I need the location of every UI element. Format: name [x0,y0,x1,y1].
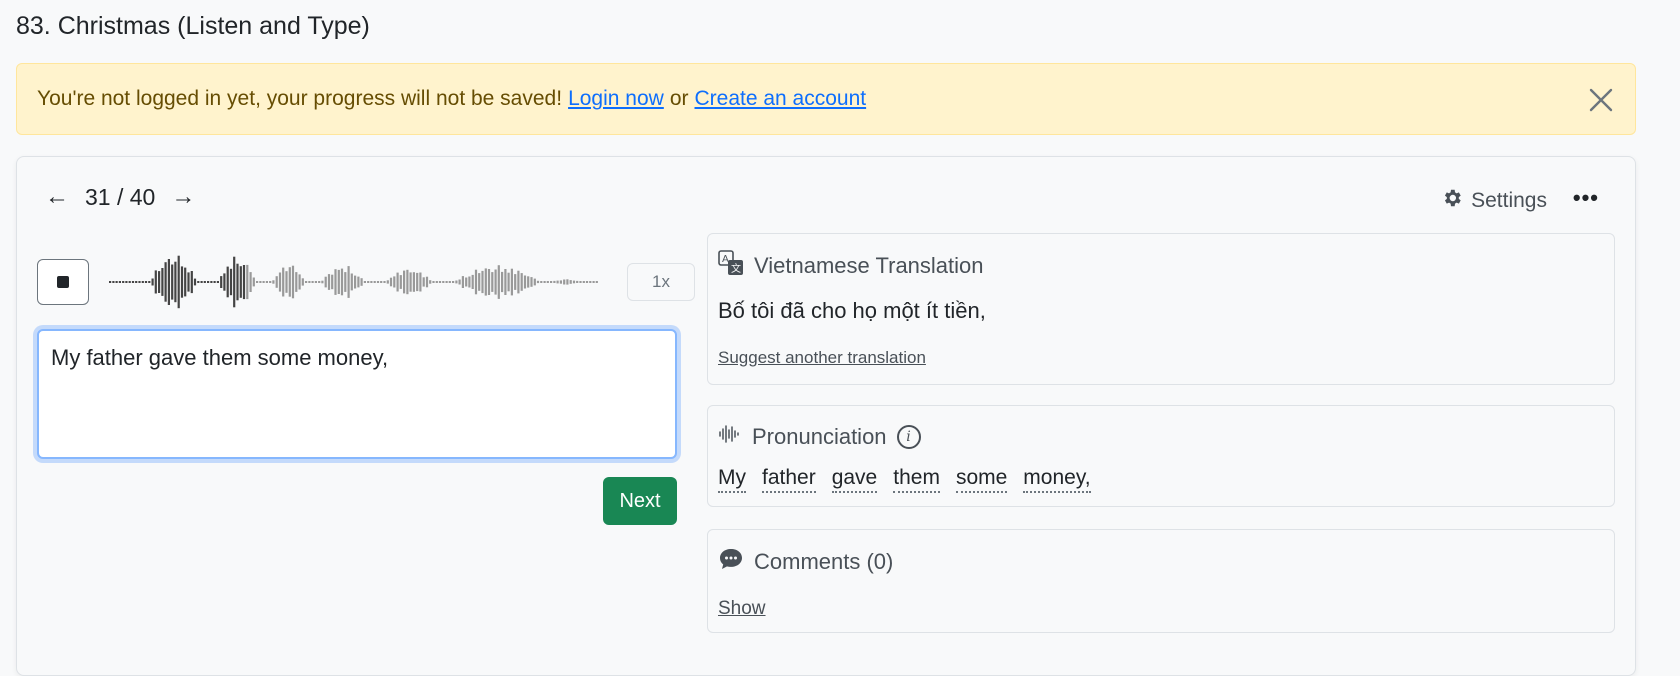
pronunciation-panel: Pronunciation i My father gave them some mone… [707,405,1615,507]
page-title: 83. Christmas (Listen and Type) [16,12,370,40]
translation-title: Vietnamese Translation [754,253,984,278]
next-arrow-icon[interactable]: → [169,183,197,211]
svg-text:文: 文 [731,262,741,275]
pronunciation-word[interactable]: money, [1023,466,1091,493]
info-icon[interactable]: i [896,425,921,449]
stop-button[interactable] [37,259,89,305]
exercise-card: ← 31 / 40 → Settings ••• 1x Next A 文 [16,156,1636,676]
audio-wave-icon [718,422,742,452]
comments-title: Comments (0) [754,549,894,574]
more-options-icon[interactable]: ••• [1573,185,1599,211]
pronunciation-word[interactable]: My [718,466,746,493]
translation-text: Bố tôi đã cho họ một ít tiền, [718,298,986,323]
pronunciation-word[interactable]: gave [831,466,878,493]
settings-label: Settings [1471,189,1547,212]
login-link[interactable]: Login now [568,87,664,111]
translation-panel: A 文 Vietnamese Translation Bố tôi đã cho… [707,233,1615,385]
audio-player: 1x [37,247,695,317]
pronunciation-word[interactable]: father [762,466,816,493]
answer-input[interactable] [37,329,677,459]
close-icon[interactable] [1583,82,1619,118]
show-comments-link[interactable]: Show [718,598,766,620]
alert-message: You're not logged in yet, your progress … [37,87,563,110]
translate-icon: A 文 [718,250,744,282]
next-button[interactable]: Next [603,477,677,525]
chat-icon [718,546,744,578]
sentence-counter: 31 / 40 [85,183,156,210]
create-account-link[interactable]: Create an account [695,87,867,111]
pronunciation-title: Pronunciation [752,424,887,449]
alert-or-text: or [669,87,689,110]
login-alert: You're not logged in yet, your progress … [16,63,1636,135]
stop-icon [57,276,69,288]
pronunciation-word[interactable]: some [955,466,1008,493]
suggest-translation-link[interactable]: Suggest another translation [718,348,926,368]
audio-waveform[interactable] [109,247,599,317]
playback-speed-button[interactable]: 1x [627,263,695,301]
svg-text:A: A [722,254,729,265]
sentence-nav: ← 31 / 40 → [43,183,197,211]
prev-arrow-icon[interactable]: ← [43,183,71,211]
settings-button[interactable]: Settings [1441,187,1547,215]
gear-icon [1441,187,1463,215]
pronunciation-words: My father gave them some money, [718,466,1604,493]
comments-panel: Comments (0) Show [707,529,1615,633]
pronunciation-word[interactable]: them [893,466,940,493]
